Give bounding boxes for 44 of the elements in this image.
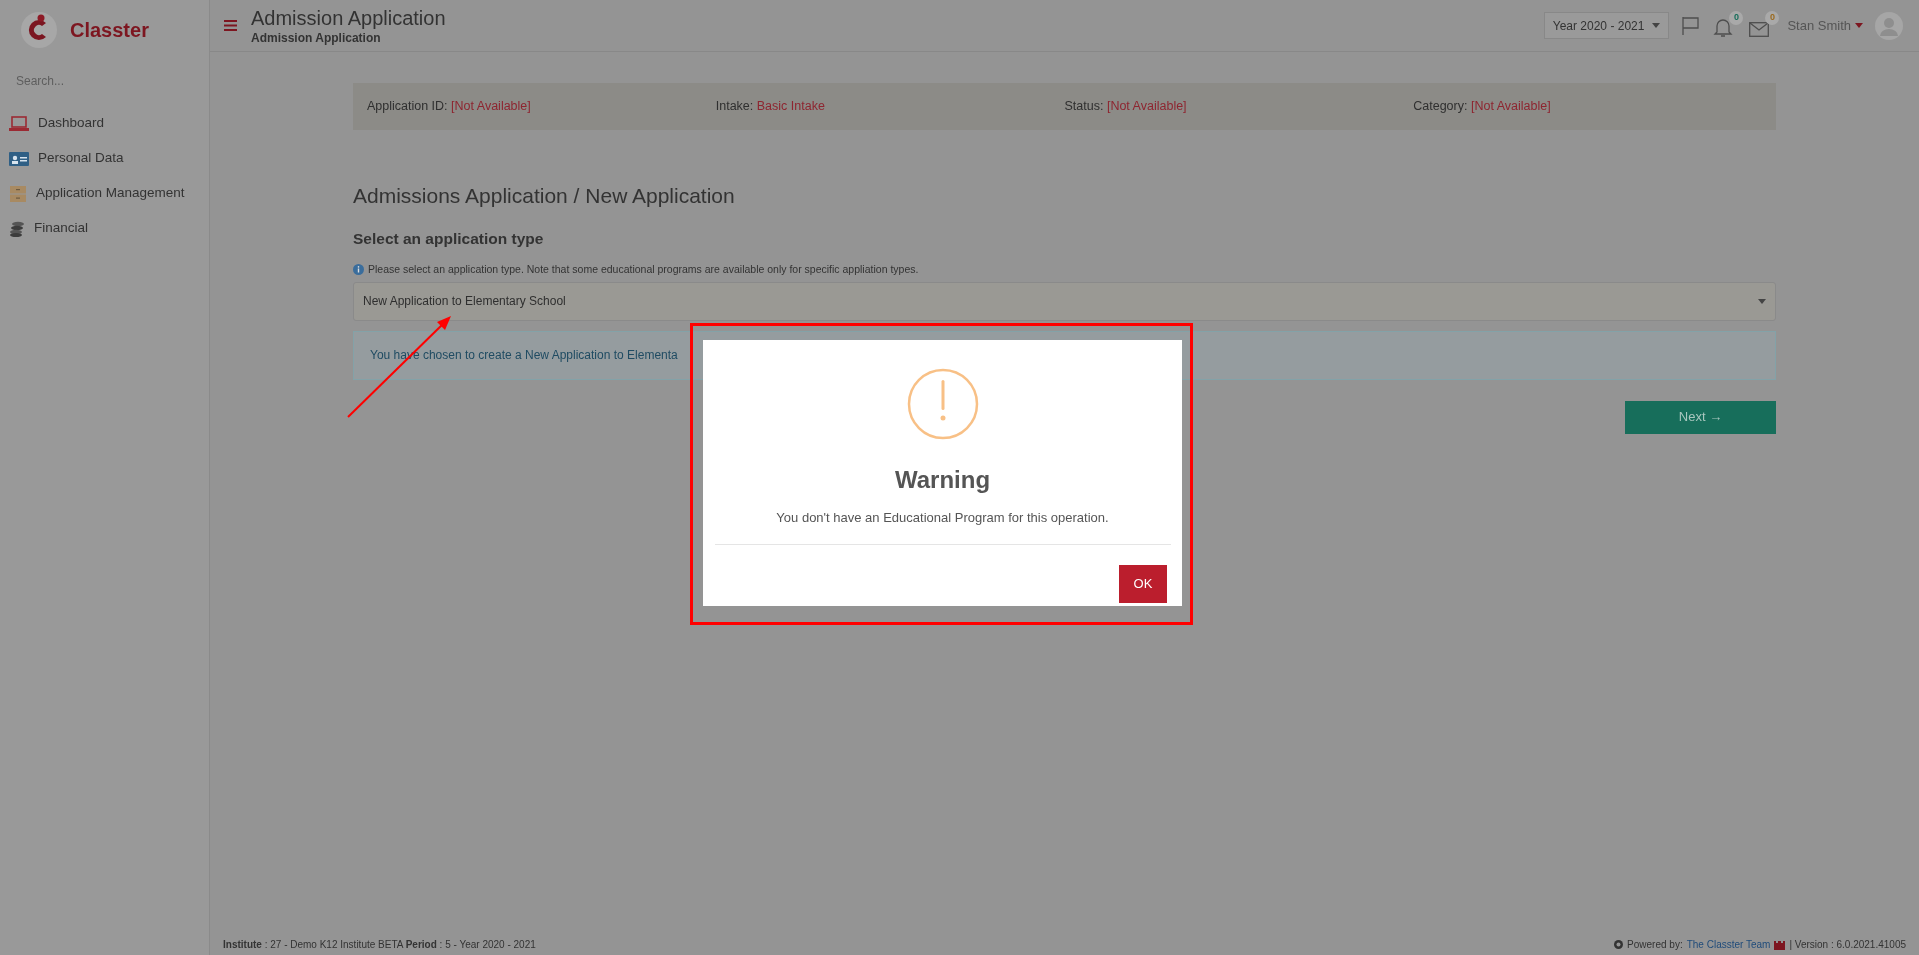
notification-badge: 0 (1729, 10, 1744, 25)
ok-button[interactable]: OK (1119, 564, 1167, 603)
bell-icon[interactable] (1713, 16, 1734, 39)
dialog-title: Warning (894, 465, 991, 495)
logo-icon (20, 11, 58, 49)
envelope-icon[interactable] (1749, 21, 1770, 37)
warning-icon (906, 368, 979, 440)
drawer-icon (9, 184, 27, 203)
message-badge: 0 (1765, 10, 1780, 25)
info-field: Application ID: [Not Available] (367, 97, 716, 116)
flag-icon[interactable] (1681, 15, 1702, 36)
menu-icon[interactable] (224, 20, 237, 31)
sidebar-item[interactable]: Personal Data (0, 141, 209, 176)
search-field[interactable]: Search... (16, 68, 193, 94)
dialog-message: You don't have an Educational Program for this operation. (776, 509, 1109, 527)
caret-icon (1758, 298, 1766, 304)
castle-icon (1774, 938, 1786, 950)
hint-text: Please select an application type. Note that some educational programs are available only for specific appliation types. (368, 261, 919, 277)
info-field: Intake: Basic Intake (715, 97, 1065, 116)
version-text: | Version : 6.0.2021.41005 (1789, 937, 1906, 952)
page-title: Admission Application (251, 5, 446, 31)
user-menu[interactable]: Stan Smith (1787, 15, 1863, 36)
sidebar-item[interactable]: Dashboard (0, 106, 209, 141)
id-card-icon (9, 150, 29, 167)
page-subtitle: Admission Application (251, 30, 382, 46)
year-select[interactable]: Year 2020 - 2021 (1543, 12, 1670, 39)
brand-name: Classter (70, 18, 149, 43)
section-heading: Admissions Application / New Application (353, 183, 736, 209)
sidebar-item[interactable]: Application Management (0, 176, 209, 211)
select-label: Select an application type (353, 228, 545, 249)
sidebar-item[interactable]: Financial (0, 211, 209, 246)
caret-icon (1855, 23, 1863, 28)
info-field: Category: [Not Available] (1413, 97, 1762, 116)
next-button[interactable]: Next → (1625, 400, 1776, 434)
application-type-select[interactable]: New Application to Elementary School (353, 281, 1776, 321)
coins-icon (9, 220, 25, 237)
info-field: Status: [Not Available] (1064, 97, 1414, 116)
laptop-icon (9, 115, 29, 132)
footer-status: Institute : 27 - Demo K12 Institute BETA Period : 5 - Year 2020 - 2021 (223, 937, 536, 952)
caret-icon (1652, 23, 1661, 28)
powered-by-text: Powered by: (1627, 937, 1683, 952)
logo-icon (1614, 939, 1624, 949)
info-icon (353, 264, 364, 276)
team-link[interactable]: The Classter Team (1686, 936, 1771, 952)
